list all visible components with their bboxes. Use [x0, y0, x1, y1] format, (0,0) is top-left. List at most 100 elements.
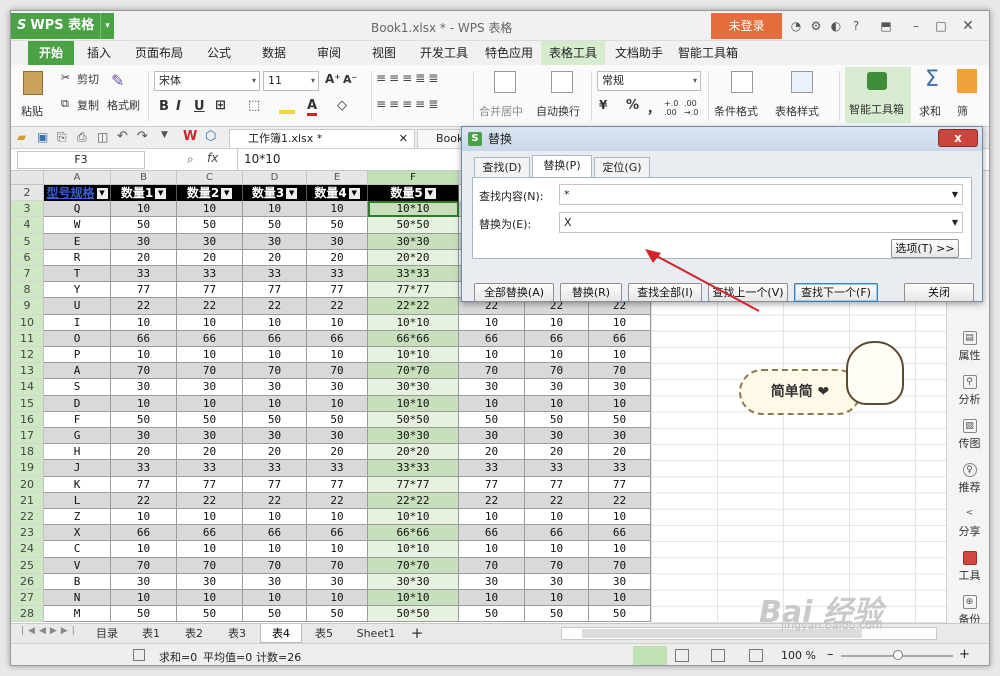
table-cell[interactable]: 33: [589, 460, 651, 477]
row-header[interactable]: 21: [11, 492, 44, 509]
doc-tab-book1[interactable]: Book: [417, 129, 467, 148]
close-dialog-button[interactable]: 关闭: [904, 283, 974, 302]
table-cell[interactable]: 77: [177, 282, 243, 299]
table-cell[interactable]: 66: [307, 525, 368, 542]
table-cell[interactable]: 50: [589, 411, 651, 428]
table-cell[interactable]: 10: [307, 347, 368, 364]
table-cell[interactable]: X: [44, 525, 111, 542]
table-cell[interactable]: 66: [459, 525, 525, 542]
table-cell[interactable]: K: [44, 476, 111, 493]
table-cell[interactable]: T: [44, 266, 111, 283]
underline-button[interactable]: U: [194, 99, 205, 114]
table-cell[interactable]: 33*33: [368, 266, 459, 283]
table-cell[interactable]: 10: [177, 201, 243, 218]
table-cell[interactable]: 10: [111, 509, 177, 526]
tab-data[interactable]: 数据: [254, 41, 294, 65]
column-header-e[interactable]: E: [307, 171, 368, 185]
preview-icon[interactable]: ◫: [97, 130, 108, 144]
table-cell[interactable]: 10: [589, 395, 651, 412]
filter-icon[interactable]: [957, 69, 977, 93]
table-cell[interactable]: 10: [525, 395, 589, 412]
table-cell[interactable]: 30*30: [368, 379, 459, 396]
row-header[interactable]: 18: [11, 444, 44, 461]
active-cell[interactable]: 10*10: [368, 201, 459, 218]
table-cell[interactable]: 77*77: [368, 476, 459, 493]
table-cell[interactable]: 30*30: [368, 573, 459, 590]
tab-features[interactable]: 特色应用: [479, 41, 539, 65]
table-cell[interactable]: 20: [525, 444, 589, 461]
table-cell[interactable]: 10: [243, 541, 307, 558]
table-cell[interactable]: 50*50: [368, 606, 459, 623]
table-cell[interactable]: 33: [525, 460, 589, 477]
tab-insert[interactable]: 插入: [79, 41, 119, 65]
table-cell[interactable]: 30*30: [368, 428, 459, 445]
table-cell[interactable]: 10: [525, 541, 589, 558]
table-cell[interactable]: 30: [589, 379, 651, 396]
table-cell[interactable]: 33*33: [368, 460, 459, 477]
table-cell[interactable]: 10: [177, 347, 243, 364]
sheet-nav-arrows[interactable]: |◀◀▶▶|: [21, 626, 79, 636]
table-cell[interactable]: 70: [589, 557, 651, 574]
paste-button[interactable]: 粘贴: [21, 103, 43, 119]
table-cell[interactable]: 10*10: [368, 347, 459, 364]
table-cell[interactable]: 20: [177, 444, 243, 461]
table-cell[interactable]: 10: [243, 347, 307, 364]
row-header[interactable]: 22: [11, 509, 44, 526]
table-cell[interactable]: 10: [589, 590, 651, 607]
table-header-cell[interactable]: 数量4 ▼: [307, 185, 368, 202]
sheet-tab-sheet1[interactable]: Sheet1: [351, 624, 401, 643]
row-header[interactable]: 17: [11, 428, 44, 445]
table-cell[interactable]: J: [44, 460, 111, 477]
table-cell[interactable]: 30: [459, 379, 525, 396]
table-cell[interactable]: 30: [525, 573, 589, 590]
table-cell[interactable]: 66: [307, 330, 368, 347]
table-cell[interactable]: H: [44, 444, 111, 461]
table-cell[interactable]: 77*77: [368, 282, 459, 299]
table-cell[interactable]: 10*10: [368, 590, 459, 607]
copy-button[interactable]: 复制: [77, 97, 99, 113]
table-cell[interactable]: 10: [307, 590, 368, 607]
table-cell[interactable]: 20: [111, 444, 177, 461]
table-cell[interactable]: 10*10: [368, 314, 459, 331]
table-cell[interactable]: 20: [177, 249, 243, 266]
currency-icon[interactable]: ¥: [599, 98, 607, 112]
table-cell[interactable]: 10: [307, 314, 368, 331]
table-cell[interactable]: 66: [525, 525, 589, 542]
table-cell[interactable]: 10: [589, 541, 651, 558]
table-cell[interactable]: 22: [177, 298, 243, 315]
table-cell[interactable]: 30: [177, 233, 243, 250]
cloud-icon[interactable]: ⬡: [205, 129, 216, 144]
skin-icon[interactable]: ◔: [789, 19, 803, 33]
table-cell[interactable]: 10: [307, 395, 368, 412]
table-cell[interactable]: E: [44, 233, 111, 250]
analysis-panel-button[interactable]: ⚲ 分析: [947, 375, 989, 407]
table-cell[interactable]: 50: [111, 217, 177, 234]
zoom-level[interactable]: 100 %: [781, 649, 816, 662]
share-icon[interactable]: ◐: [829, 19, 843, 33]
table-cell[interactable]: 20: [589, 444, 651, 461]
table-cell[interactable]: 22: [243, 492, 307, 509]
table-cell[interactable]: 30: [177, 379, 243, 396]
close-icon[interactable]: ✕: [399, 130, 408, 148]
table-cell[interactable]: C: [44, 541, 111, 558]
row-header[interactable]: 20: [11, 476, 44, 493]
table-cell[interactable]: N: [44, 590, 111, 607]
table-cell[interactable]: 10: [589, 347, 651, 364]
comma-button[interactable]: ，: [647, 98, 660, 117]
table-cell[interactable]: 10: [459, 395, 525, 412]
chevron-down-icon[interactable]: ▼: [952, 213, 958, 232]
clear-format-icon[interactable]: ◇: [337, 98, 347, 113]
table-cell[interactable]: 77: [177, 476, 243, 493]
row-header[interactable]: 13: [11, 363, 44, 380]
tab-smart-toolbox[interactable]: 智能工具箱: [673, 41, 743, 65]
table-cell[interactable]: 70: [459, 363, 525, 380]
replace-button[interactable]: 替换(R): [560, 283, 622, 302]
redo-icon[interactable]: ↷: [137, 129, 148, 144]
table-cell[interactable]: 20*20: [368, 249, 459, 266]
tab-table-tools[interactable]: 表格工具: [541, 41, 605, 65]
replace-input[interactable]: X ▼: [559, 212, 963, 233]
help-icon[interactable]: ?: [849, 19, 863, 33]
table-cell[interactable]: 30: [243, 379, 307, 396]
sum-button[interactable]: 求和: [919, 103, 941, 119]
table-style-icon[interactable]: [791, 71, 813, 93]
